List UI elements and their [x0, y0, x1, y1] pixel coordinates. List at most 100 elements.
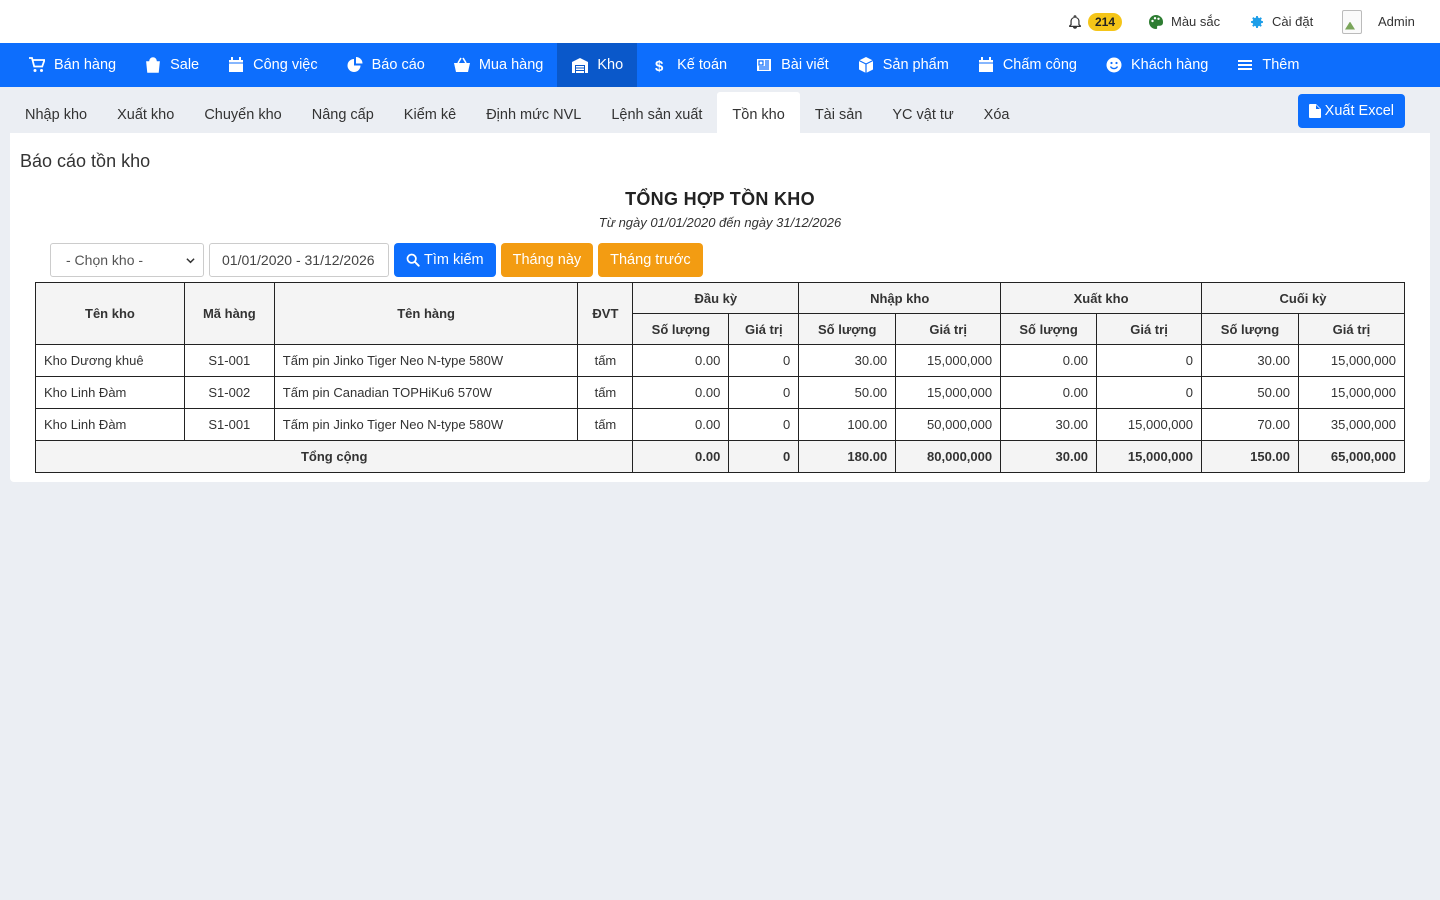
nav-item-9[interactable]: Chấm công [963, 43, 1091, 87]
nav-item-6[interactable]: $ Kế toán [637, 43, 741, 87]
nav-item-label: Sale [170, 57, 200, 73]
nav-item-10[interactable]: Khách hàng [1091, 43, 1222, 87]
chevron-down-icon [186, 258, 195, 264]
total-cell: 15,000,000 [1096, 440, 1202, 473]
tab-2[interactable]: Chuyển kho [189, 92, 296, 137]
table-cell: 30.00 [1000, 408, 1098, 441]
basket-icon [453, 57, 471, 73]
header-unit: ĐVT [577, 282, 634, 345]
table-cell: S1-001 [183, 344, 275, 377]
header-outbound-value: Giá trị [1096, 313, 1202, 345]
main-navigation: Bán hàng Sale Công việc Báo cáo Mua hàng Kho $… [0, 43, 1440, 87]
export-excel-button[interactable]: Xuất Excel [1297, 94, 1405, 128]
tab-1[interactable]: Xuất kho [102, 92, 189, 137]
table-cell: 50.00 [798, 376, 897, 409]
table-cell: S1-001 [183, 408, 275, 441]
tab-9[interactable]: YC vật tư [877, 92, 968, 137]
header-name: Tên hàng [273, 282, 579, 345]
header-code: Mã hàng [183, 282, 275, 345]
nav-item-label: Kế toán [677, 57, 728, 73]
box-icon [857, 57, 875, 73]
header-closing: Cuối kỳ [1201, 282, 1405, 314]
nav-item-2[interactable]: Công việc [213, 43, 331, 87]
tab-8[interactable]: Tài sản [800, 92, 878, 137]
nav-item-label: Bài viết [781, 57, 829, 73]
total-label: Tổng cộng [34, 440, 634, 473]
table-cell: Kho Linh Đàm [35, 376, 185, 409]
warehouse-subtabs: Nhập kho Xuất kho Chuyển kho Nâng cấp Kiểm k… [0, 92, 1440, 137]
header-closing-value: Giá trị [1297, 313, 1406, 345]
dollar-icon: $ [651, 57, 669, 73]
svg-text:$: $ [655, 58, 664, 73]
pie-chart-icon [346, 57, 364, 73]
this-month-button[interactable]: Tháng này [500, 243, 594, 277]
total-cell: 180.00 [798, 440, 897, 473]
tab-0[interactable]: Nhập kho [10, 92, 102, 137]
table-cell: 15,000,000 [895, 344, 1002, 377]
search-icon [406, 253, 420, 267]
avatar [1342, 9, 1362, 34]
total-cell: 0.00 [632, 440, 730, 473]
nav-item-label: Mua hàng [478, 57, 544, 73]
product-link[interactable]: Tấm pin Jinko Tiger Neo N-type 580W [273, 344, 579, 377]
report-panel: Báo cáo tồn kho TỔNG HỢP TỒN KHO Từ ngày… [10, 133, 1430, 482]
nav-item-4[interactable]: Mua hàng [439, 43, 558, 87]
tab-4[interactable]: Kiểm kê [389, 92, 471, 137]
tab-5[interactable]: Định mức NVL [471, 92, 596, 137]
newspaper-icon [755, 57, 773, 73]
settings-label: Cài đặt [1272, 14, 1314, 29]
nav-item-5[interactable]: Kho [557, 43, 638, 87]
product-link[interactable]: Tấm pin Jinko Tiger Neo N-type 580W [273, 408, 579, 441]
header-opening: Đầu kỳ [632, 282, 800, 314]
tab-7[interactable]: Tồn kho [717, 92, 800, 137]
table-cell: 30.00 [798, 344, 897, 377]
table-cell: 15,000,000 [1297, 376, 1406, 409]
table-cell: tấm [577, 344, 634, 377]
smile-icon [1105, 57, 1123, 73]
tab-10[interactable]: Xóa [969, 92, 1025, 137]
nav-item-label: Bán hàng [54, 57, 117, 73]
notifications[interactable]: 214 [1068, 0, 1123, 43]
report-date-range: Từ ngày 01/01/2020 đến ngày 31/12/2026 [598, 215, 842, 230]
tab-6[interactable]: Lệnh sản xuất [596, 92, 717, 137]
tab-3[interactable]: Nâng cấp [297, 92, 389, 137]
nav-item-8[interactable]: Sản phẩm [843, 43, 963, 87]
header-opening-value: Giá trị [728, 313, 800, 345]
nav-item-1[interactable]: Sale [130, 43, 213, 87]
table-cell: 0 [728, 344, 800, 377]
menu-icon [1236, 57, 1254, 73]
nav-item-3[interactable]: Báo cáo [332, 43, 439, 87]
header-warehouse: Tên kho [35, 282, 185, 345]
top-utility-bar: 214 Màu sắc Cài đặt Admin [0, 0, 1440, 43]
search-button[interactable]: Tìm kiếm [394, 243, 496, 277]
table-cell: 15,000,000 [895, 376, 1002, 409]
nav-item-7[interactable]: Bài viết [741, 43, 843, 87]
calendar-icon [977, 57, 995, 73]
user-menu[interactable]: Admin [1342, 0, 1415, 43]
table-cell: 70.00 [1201, 408, 1299, 441]
product-link[interactable]: Tấm pin Canadian TOPHiKu6 570W [273, 376, 579, 409]
table-cell: 50,000,000 [895, 408, 1002, 441]
color-theme-link[interactable]: Màu sắc [1148, 0, 1220, 43]
table-cell: S1-002 [183, 376, 275, 409]
nav-item-11[interactable]: Thêm [1222, 43, 1313, 87]
file-icon [1308, 104, 1321, 118]
table-cell: Kho Dương khuê [35, 344, 185, 377]
total-cell: 150.00 [1201, 440, 1299, 473]
last-month-button[interactable]: Tháng trước [598, 243, 703, 277]
table-cell: 0 [1096, 376, 1202, 409]
header-inbound: Nhập kho [798, 282, 1002, 314]
warehouse-icon [571, 57, 589, 73]
total-cell: 30.00 [1000, 440, 1098, 473]
filter-bar: - Chọn kho - Tìm kiếm Tháng này Tháng tr… [50, 243, 703, 277]
table-cell: 35,000,000 [1297, 408, 1406, 441]
nav-item-label: Khách hàng [1130, 57, 1209, 73]
report-title: TỔNG HỢP TỒN KHO [625, 189, 815, 209]
warehouse-select-value: - Chọn kho - [66, 252, 144, 268]
notification-count-badge: 214 [1088, 12, 1123, 31]
nav-item-0[interactable]: Bán hàng [14, 43, 130, 87]
warehouse-select[interactable]: - Chọn kho - [50, 243, 204, 277]
settings-link[interactable]: Cài đặt [1249, 0, 1313, 43]
calendar-icon [227, 57, 245, 73]
date-range-input[interactable] [209, 243, 389, 277]
